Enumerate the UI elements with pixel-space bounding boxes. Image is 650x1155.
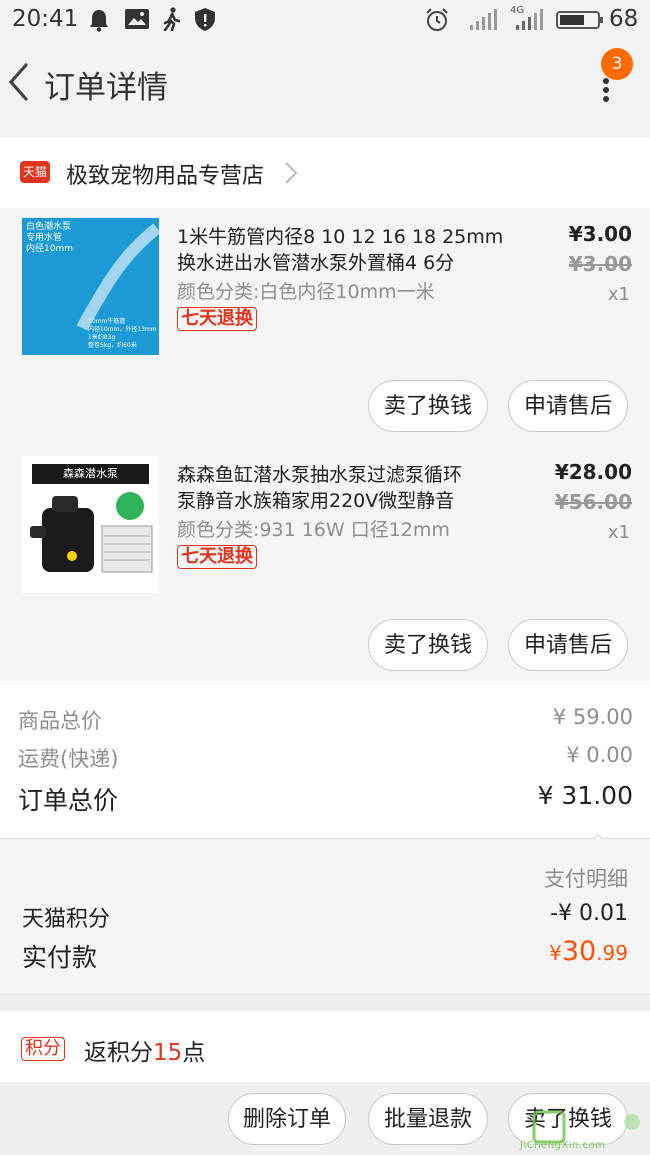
payment-detail-label: 支付明细 xyxy=(544,867,628,891)
paid-amount-value: ¥30.99 xyxy=(549,936,628,967)
goods-total-value: ¥ 59.00 xyxy=(552,705,633,729)
tmall-badge: 天猫 xyxy=(20,161,50,183)
paid-currency: ¥ xyxy=(549,941,562,965)
shipping-label: 运费(快递) xyxy=(18,747,119,771)
thumb-text: 内径10mm，外径13mm xyxy=(88,326,157,333)
paid-decimal: .99 xyxy=(596,941,628,965)
order-total-value: ¥ 31.00 xyxy=(537,781,633,810)
back-icon[interactable] xyxy=(6,62,32,106)
shield-icon xyxy=(194,7,216,36)
points-tag: 积分 xyxy=(21,1037,65,1061)
page-title: 订单详情 xyxy=(44,70,168,106)
product-title[interactable]: 换水进出水管潜水泵外置桶4 6分 xyxy=(177,248,454,275)
product-title[interactable]: 1米牛筋管内径8 10 12 16 18 25mm xyxy=(177,222,503,249)
nav-bar: 订单详情 3 xyxy=(0,40,650,136)
product-title[interactable]: 森森鱼缸潜水泵抽水泵过滤泵循环 xyxy=(177,460,462,487)
thumb-banner: 森森潜水泵 xyxy=(32,464,149,484)
tmall-points-label: 天猫积分 xyxy=(22,907,111,932)
product-sku: 颜色分类:白色内径10mm一米 xyxy=(177,281,435,303)
after-sales-button[interactable]: 申请售后 xyxy=(508,619,628,671)
payment-detail: 支付明细 天猫积分 -¥ 0.01 实付款 ¥30.99 xyxy=(0,839,650,993)
paid-integer: 30 xyxy=(561,936,597,967)
product-title[interactable]: 泵静音水族箱家用220V微型静音 xyxy=(177,486,454,513)
product-thumbnail[interactable]: 森森潜水泵 xyxy=(22,456,159,593)
rewards-label: 返积分 xyxy=(84,1040,153,1066)
delete-order-button[interactable]: 删除订单 xyxy=(228,1093,346,1145)
product-item[interactable]: 白色潮水泵 专用水管 内径10mm 10mm牛筋管 内径10mm，外径13mm … xyxy=(0,208,650,441)
sell-for-cash-button[interactable]: 卖了换钱 xyxy=(368,380,488,432)
thumb-text: 1米约83g xyxy=(88,334,116,341)
batch-refund-button[interactable]: 批量退款 xyxy=(368,1093,488,1145)
notification-badge: 3 xyxy=(601,48,633,80)
store-name[interactable]: 极致宠物用品专营店 xyxy=(66,158,264,190)
thumb-text: 10mm牛筋管 xyxy=(88,318,126,325)
product-thumbnail[interactable]: 白色潮水泵 专用水管 内径10mm 10mm牛筋管 内径10mm，外径13mm … xyxy=(22,218,159,355)
return-policy-tag: 七天退换 xyxy=(177,545,257,569)
more-menu-icon[interactable] xyxy=(601,78,611,106)
return-policy-tag: 七天退换 xyxy=(177,307,257,331)
shipping-value: ¥ 0.00 xyxy=(566,743,633,767)
goods-total-label: 商品总价 xyxy=(18,709,102,733)
after-sales-button[interactable]: 申请售后 xyxy=(508,380,628,432)
sell-for-cash-button[interactable]: 卖了换钱 xyxy=(368,619,488,671)
status-time: 20:41 xyxy=(12,6,79,32)
signal-icon xyxy=(468,9,500,35)
product-sku: 颜色分类:931 16W 口径12mm xyxy=(177,519,450,541)
tmall-points-value: -¥ 0.01 xyxy=(550,901,628,926)
product-quantity: x1 xyxy=(607,522,630,543)
product-price: ¥3.00 xyxy=(568,222,632,246)
rewards-points: 15 xyxy=(153,1040,183,1066)
bell-icon xyxy=(88,8,110,36)
watermark-text: JiChengXin.com xyxy=(520,1140,606,1151)
battery-level: 68 xyxy=(609,6,639,32)
image-icon xyxy=(124,8,150,34)
rewards-unit: 点 xyxy=(182,1040,206,1066)
order-total-label: 订单总价 xyxy=(18,786,119,815)
original-price: ¥56.00 xyxy=(554,490,632,514)
chevron-right-icon xyxy=(284,161,298,189)
product-quantity: x1 xyxy=(607,284,630,305)
paid-amount-label: 实付款 xyxy=(22,943,98,972)
price-summary: 商品总价 ¥ 59.00 运费(快递) ¥ 0.00 订单总价 ¥ 31.00 xyxy=(0,681,650,839)
product-item[interactable]: 森森潜水泵 森森鱼缸潜水泵抽水泵过滤泵循环 泵静音水族箱家用220V微型静音 颜… xyxy=(0,441,650,681)
rewards-row: 积分 返积分15点 xyxy=(0,1011,650,1082)
status-bar: 20:41 4G 68 xyxy=(0,0,650,40)
pump-graphic xyxy=(30,492,153,573)
signal-4g-icon xyxy=(512,9,546,35)
original-price: ¥3.00 xyxy=(568,252,632,276)
rewards-text: 返积分15点 xyxy=(84,1033,205,1067)
alarm-icon xyxy=(424,7,450,37)
walking-icon xyxy=(162,7,182,35)
thumb-text: 整卷5kg，约60米 xyxy=(88,342,137,349)
product-price: ¥28.00 xyxy=(554,460,632,484)
store-row[interactable]: 天猫 极致宠物用品专营店 xyxy=(0,137,650,208)
battery-icon xyxy=(556,10,604,34)
